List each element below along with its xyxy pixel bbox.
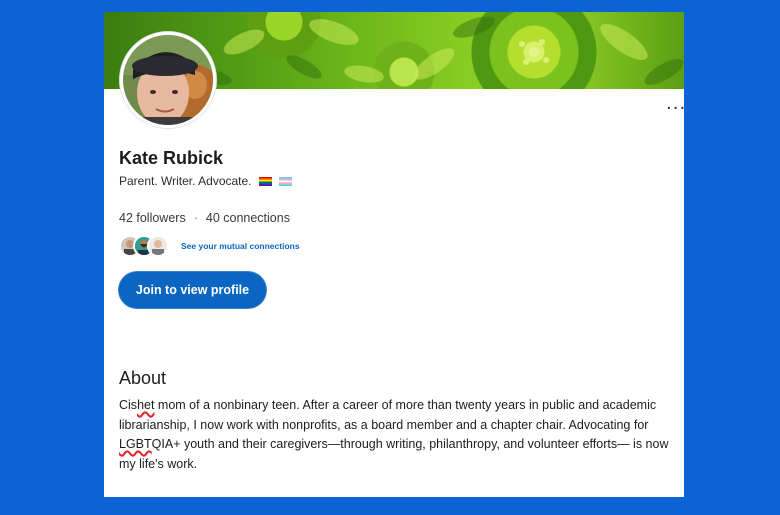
profile-name: Kate Rubick <box>119 148 224 168</box>
trans-flag-icon <box>279 177 293 186</box>
followers-count: 42 followers <box>119 211 186 225</box>
about-text-part: Cis <box>119 398 138 412</box>
about-text-part: QIA+ youth and their caregivers—through … <box>119 437 669 471</box>
headline-text: Parent. Writer. Advocate. <box>119 174 252 188</box>
rainbow-flag-icon <box>258 177 272 186</box>
about-text: Cishet mom of a nonbinary teen. After a … <box>119 396 679 474</box>
about-heading: About <box>119 368 167 388</box>
profile-headline: Parent. Writer. Advocate. <box>119 174 293 188</box>
profile-photo-image <box>123 35 213 125</box>
spellcheck-word[interactable]: LGBT <box>119 437 152 451</box>
more-options-icon[interactable]: ··· <box>666 100 684 118</box>
profile-stats: 42 followers · 40 connections <box>119 211 290 225</box>
mutual-connections-link[interactable]: See your mutual connections <box>181 241 300 251</box>
stats-separator: · <box>193 211 198 225</box>
join-to-view-profile-button[interactable]: Join to view profile <box>119 272 266 308</box>
spellcheck-word[interactable]: het <box>137 398 154 412</box>
profile-photo[interactable] <box>120 32 216 128</box>
connections-count: 40 connections <box>205 211 290 225</box>
mutual-avatar <box>147 235 169 257</box>
about-text-part: mom of a nonbinary teen. After a career … <box>119 398 657 432</box>
profile-card: ··· Kate Rubick Parent. Writer. Advocate… <box>104 12 684 497</box>
